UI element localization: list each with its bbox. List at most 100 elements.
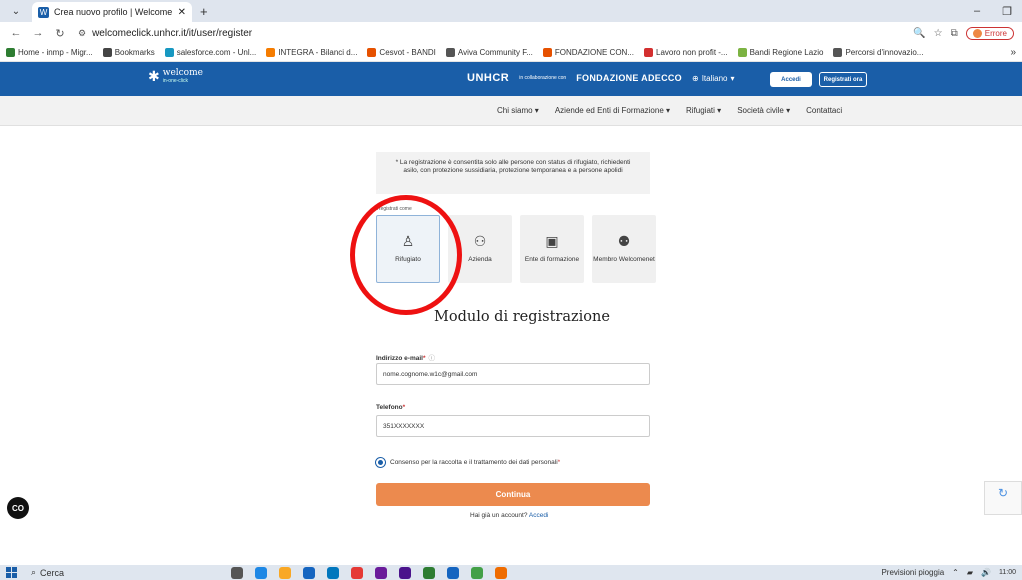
bookmarks-bar: Home - inmp - Migr... Bookmarks salesforce…: [0, 44, 1022, 62]
taskbar-apps: [231, 566, 507, 579]
recaptcha-badge[interactable]: ↻: [984, 481, 1022, 515]
minimize-icon[interactable]: –: [962, 0, 992, 22]
network-icon[interactable]: ▰: [967, 568, 973, 577]
bookmark-item[interactable]: Aviva Community F...: [445, 48, 533, 57]
register-as-label: Registrati come: [377, 206, 412, 212]
bookmark-label: Cesvot - BANDI: [379, 48, 436, 57]
extensions-icon[interactable]: ⧉: [951, 28, 958, 39]
forward-icon[interactable]: →: [30, 27, 46, 39]
school-icon: ▣: [545, 233, 559, 249]
bookmark-label: INTEGRA - Bilanci d...: [278, 48, 358, 57]
role-rifugiato[interactable]: ♙ Rifugiato: [376, 215, 440, 283]
store-icon[interactable]: [303, 566, 315, 579]
bookmark-item[interactable]: Home - inmp - Migr...: [6, 48, 93, 57]
reload-icon[interactable]: ↻: [52, 27, 68, 40]
tab-list-chevron-icon[interactable]: ⌄: [8, 3, 24, 19]
gear-logo-icon: ✱: [148, 68, 160, 84]
weather-text[interactable]: Previsioni pioggia: [881, 568, 944, 577]
browser-tabbar: ⌄ W Crea nuovo profilo | Welcome ✕ + – ❐: [0, 0, 1022, 22]
onenote-icon[interactable]: [399, 566, 411, 579]
bookmark-favicon-icon: [164, 48, 174, 57]
browser-tab[interactable]: W Crea nuovo profilo | Welcome ✕: [32, 2, 192, 22]
windows-start-icon[interactable]: [6, 567, 17, 578]
zoom-icon[interactable]: 🔍: [913, 28, 925, 39]
continue-button[interactable]: Continua: [376, 483, 650, 506]
nav-item-chi-siamo[interactable]: Chi siamo ▾: [497, 106, 539, 115]
role-membro-welcomenet[interactable]: ⚉ Membro Welcomenet: [592, 215, 656, 283]
bookmark-favicon-icon: [102, 48, 112, 57]
bookmark-favicon-icon: [542, 48, 552, 57]
word-icon[interactable]: [447, 566, 459, 579]
welcome-logo[interactable]: ✱ welcome in-one-click: [148, 68, 203, 85]
nav-item-rifugiati[interactable]: Rifugiati ▾: [686, 106, 721, 115]
login-button[interactable]: Accedi: [770, 72, 812, 87]
tray-chevron-icon[interactable]: ⌃: [952, 568, 959, 577]
phone-field[interactable]: 351XXXXXXX: [376, 415, 650, 437]
bookmark-item[interactable]: salesforce.com - Unl...: [164, 48, 256, 57]
firefox-icon[interactable]: [495, 566, 507, 579]
bookmark-item[interactable]: Percorsi d'innovazio...: [833, 48, 923, 57]
chrome-icon[interactable]: [351, 566, 363, 579]
main-nav: Chi siamo ▾ Aziende ed Enti di Formazion…: [0, 96, 1022, 126]
bookmark-favicon-icon: [6, 48, 15, 57]
bookmark-item[interactable]: Cesvot - BANDI: [367, 48, 436, 57]
close-tab-icon[interactable]: ✕: [178, 7, 186, 18]
system-tray: Previsioni pioggia ⌃ ▰ 🔊 11:00: [881, 568, 1022, 577]
url-field[interactable]: ⚙ welcomeclick.unhcr.it/it/user/register: [78, 28, 913, 39]
bookmark-star-icon[interactable]: ☆: [934, 28, 943, 39]
login-link[interactable]: Accedi: [529, 512, 549, 519]
nav-item-contattaci[interactable]: Contattaci: [806, 106, 842, 115]
bookmark-item[interactable]: INTEGRA - Bilanci d...: [266, 48, 357, 57]
role-ente-formazione[interactable]: ▣ Ente di formazione: [520, 215, 584, 283]
taskbar-search[interactable]: ⌕ Cerca: [27, 567, 207, 578]
role-label: Rifugiato: [395, 256, 421, 263]
nav-label: Aziende ed Enti di Formazione: [554, 106, 664, 115]
task-view-icon[interactable]: [231, 566, 243, 579]
role-selector: ♙ Rifugiato ⚇ Azienda ▣ Ente di formazio…: [376, 215, 656, 283]
bookmark-item[interactable]: Bandi Regione Lazio: [737, 48, 823, 57]
bookmark-item[interactable]: Bookmarks: [102, 48, 155, 57]
nav-label: Società civile: [737, 106, 784, 115]
profile-error-button[interactable]: Errore: [965, 26, 1014, 40]
excel-icon[interactable]: [423, 566, 435, 579]
maximize-icon[interactable]: ❐: [992, 0, 1022, 22]
site-favicon-icon: W: [38, 6, 49, 18]
tab-title: Crea nuovo profilo | Welcome: [54, 7, 173, 17]
mail-icon[interactable]: [327, 566, 339, 579]
bookmark-favicon-icon: [367, 48, 377, 57]
email-field[interactable]: nome.cognome.w1c@gmail.com: [376, 363, 650, 385]
eligibility-notice: * La registrazione è consentita solo all…: [376, 152, 650, 194]
browser-icon[interactable]: [471, 566, 483, 579]
cookie-consent-icon[interactable]: CO: [7, 497, 29, 519]
consent-checkbox-row: Consenso per la raccolta e il trattament…: [376, 458, 560, 467]
volume-icon[interactable]: 🔊: [981, 568, 991, 577]
address-bar-row: ← → ↻ ⚙ welcomeclick.unhcr.it/it/user/re…: [0, 22, 1022, 44]
collab-text: in collaborazione con: [519, 75, 567, 81]
profile-status-label: Errore: [984, 28, 1007, 38]
person-icon: ♙: [401, 233, 415, 249]
nav-item-societa-civile[interactable]: Società civile ▾: [737, 106, 790, 115]
consent-checkbox[interactable]: [376, 458, 385, 467]
phone-label-text: Telefono: [376, 404, 403, 411]
search-placeholder: Cerca: [40, 567, 65, 578]
nav-label: Rifugiati: [686, 106, 715, 115]
unhcr-logo: UNHCR: [467, 72, 510, 84]
edge-icon[interactable]: [255, 566, 267, 579]
new-tab-icon[interactable]: +: [200, 4, 208, 19]
file-explorer-icon[interactable]: [279, 566, 291, 579]
bookmark-item[interactable]: Lavoro non profit -...: [644, 48, 728, 57]
site-header: ✱ welcome in-one-click UNHCR in collabor…: [0, 62, 1022, 96]
bookmark-label: Home - inmp - Migr...: [18, 48, 93, 57]
teams-icon[interactable]: [375, 566, 387, 579]
back-icon[interactable]: ←: [8, 27, 24, 39]
language-selector[interactable]: ⊕ Italiano ▾: [692, 74, 735, 83]
site-info-icon[interactable]: ⚙: [78, 28, 86, 39]
bookmark-item[interactable]: FONDAZIONE CON...: [542, 48, 634, 57]
nav-item-aziende[interactable]: Aziende ed Enti di Formazione ▾: [555, 106, 670, 115]
help-icon[interactable]: ⓘ: [428, 355, 435, 362]
register-now-button[interactable]: Registrati ora: [819, 72, 867, 87]
role-azienda[interactable]: ⚇ Azienda: [448, 215, 512, 283]
clock[interactable]: 11:00: [999, 569, 1016, 577]
nav-label: Chi siamo: [497, 106, 533, 115]
more-bookmarks-icon[interactable]: »: [1010, 47, 1016, 58]
